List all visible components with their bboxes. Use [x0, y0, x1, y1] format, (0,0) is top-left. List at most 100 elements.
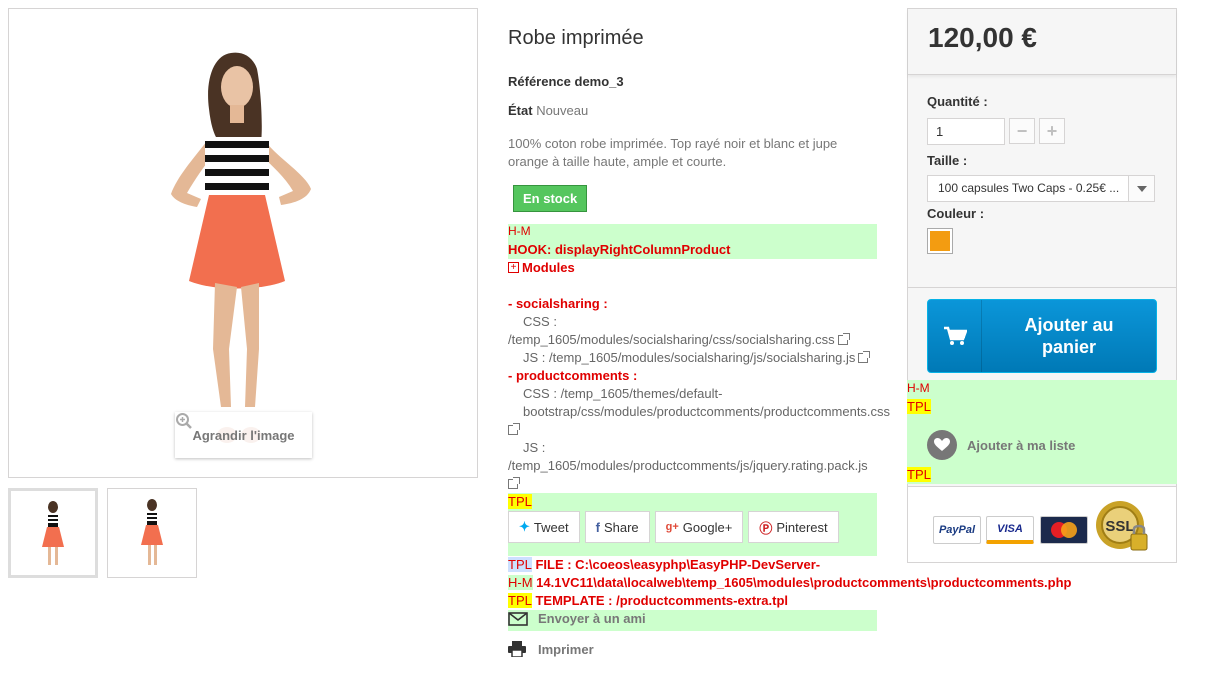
shopping-cart-icon — [943, 326, 967, 345]
external-link-icon[interactable] — [508, 423, 520, 435]
reference-label: Référence — [508, 74, 571, 89]
product-description: 100% coton robe imprimée. Top rayé noir … — [508, 136, 838, 169]
add-to-wishlist-link[interactable]: Ajouter à ma liste — [927, 430, 1075, 460]
facebook-icon: f — [595, 519, 600, 535]
zoom-image-button[interactable]: Agrandir l'image — [175, 412, 312, 458]
condition-value: Nouveau — [536, 103, 589, 118]
add-to-cart-line1: Ajouter au — [1024, 315, 1114, 335]
modules-label: Modules — [522, 260, 575, 275]
hook-hm-tag: H-M — [508, 224, 531, 238]
chevron-down-icon — [1128, 176, 1154, 201]
file-path-part2: 14.1VC11\data\localweb\temp_1605\modules… — [536, 575, 1072, 590]
pinterest-icon: Ⓟ — [759, 520, 773, 536]
module-productcomments-js: /temp_1605/modules/productcomments/js/jq… — [508, 458, 868, 473]
module-socialsharing-js-row: JS : /temp_1605/modules/socialsharing/js… — [508, 349, 888, 367]
product-reference: Référence demo_3 — [508, 74, 624, 89]
thumbnail-photo — [141, 499, 163, 565]
zoom-in-icon — [176, 413, 192, 429]
external-link-icon[interactable] — [858, 351, 871, 363]
add-to-cart-line2: panier — [1041, 337, 1097, 357]
module-productcomments-js-link — [508, 475, 888, 493]
paypal-logo: PayPal — [933, 516, 981, 544]
tpl-tag: TPL — [508, 557, 532, 572]
quantity-minus-button[interactable]: − — [1009, 118, 1035, 144]
thumbnail-2[interactable] — [107, 488, 197, 578]
modules-list: - socialsharing : CSS : /temp_1605/modul… — [508, 295, 891, 493]
module-socialsharing-css-row: /temp_1605/modules/socialsharing/css/soc… — [508, 331, 888, 349]
stock-badge: En stock — [513, 185, 588, 212]
facebook-share-button[interactable]: f Share — [584, 511, 650, 543]
tweet-button[interactable]: ✦ Tweet — [508, 511, 580, 543]
quantity-input[interactable]: 1 — [927, 118, 1005, 145]
googleplus-button[interactable]: g+ Google+ — [654, 511, 744, 543]
template-line: TPL TEMPLATE : /productcomments-extra.tp… — [508, 593, 788, 608]
envelope-icon — [508, 611, 528, 626]
ssl-seal-logo: SSL — [1095, 500, 1151, 556]
module-productcomments-js-label: JS : — [523, 440, 546, 455]
hook-name: HOOK: displayRightColumnProduct — [508, 242, 731, 257]
quantity-plus-button[interactable]: + — [1039, 118, 1065, 144]
external-link-icon[interactable] — [837, 333, 850, 345]
thumbnail-photo — [42, 501, 64, 565]
size-select[interactable]: 100 capsules Two Caps - 0.25€ ... — [927, 175, 1155, 202]
hm-tag: H-M — [508, 575, 533, 590]
module-socialsharing-js-label: JS : — [523, 350, 546, 365]
send-to-friend-link[interactable]: Envoyer à un ami — [508, 611, 646, 626]
plus-icon: + — [508, 262, 519, 273]
reference-value: demo_3 — [574, 74, 624, 89]
mastercard-logo — [1040, 516, 1088, 544]
visa-logo: VISA — [986, 516, 1034, 544]
mastercard-circles — [1051, 522, 1077, 538]
module-socialsharing-css-label: CSS : — [523, 314, 557, 329]
size-label: Taille : — [927, 153, 968, 168]
module-socialsharing-name: - socialsharing : — [508, 296, 608, 311]
ssl-seal-icon: SSL — [1096, 501, 1148, 551]
googleplus-label: Google+ — [682, 519, 733, 535]
product-title: Robe imprimée — [508, 27, 644, 49]
tpl-tag: TPL — [907, 399, 931, 414]
print-label: Imprimer — [538, 641, 594, 657]
hm-tag: H-M — [907, 381, 930, 395]
external-link-icon[interactable] — [508, 477, 520, 489]
color-swatch-orange[interactable] — [927, 228, 953, 254]
svg-text:SSL: SSL — [1105, 518, 1134, 535]
condition-label: État — [508, 103, 533, 118]
zoom-label: Agrandir l'image — [192, 427, 295, 443]
template-path: TEMPLATE : /productcomments-extra.tpl — [535, 593, 789, 608]
module-productcomments-name: - productcomments : — [508, 368, 638, 383]
add-to-cart-button[interactable]: Ajouter au panier — [927, 299, 1157, 373]
modules-toggle[interactable]: + Modules — [508, 260, 575, 275]
module-socialsharing-css: /temp_1605/modules/socialsharing/css/soc… — [508, 332, 835, 347]
file-path-part1: FILE : C:\coeos\easyphp\EasyPHP-DevServe… — [535, 557, 821, 572]
cart-icon-wrap — [928, 300, 982, 372]
module-socialsharing-js: /temp_1605/modules/socialsharing/js/soci… — [549, 350, 856, 365]
share-label: Share — [603, 519, 639, 535]
add-to-cart-label: Ajouter au panier — [982, 314, 1156, 358]
size-select-value: 100 capsules Two Caps - 0.25€ ... — [938, 181, 1120, 195]
file-line-1: TPL FILE : C:\coeos\easyphp\EasyPHP-DevS… — [508, 557, 820, 572]
module-productcomments-css-label: CSS : — [523, 386, 557, 401]
thumbnail-1[interactable] — [8, 488, 98, 578]
share-buttons: ✦ Tweet f Share g+ Google+ Ⓟ Pinterest — [508, 511, 839, 543]
product-main-image[interactable]: Agrandir l'image — [8, 8, 478, 478]
module-productcomments-css-row: CSS : /temp_1605/themes/default-bootstra… — [508, 385, 891, 421]
product-condition: État Nouveau — [508, 103, 588, 118]
googleplus-icon: g+ — [665, 521, 679, 533]
file-line-2: H-M 14.1VC11\data\localweb\temp_1605\mod… — [508, 575, 1071, 590]
print-link[interactable]: Imprimer — [508, 641, 594, 657]
tpl-tag: TPL — [508, 494, 532, 509]
heart-icon — [927, 430, 957, 460]
product-photo — [171, 52, 311, 443]
tpl-tag: TPL — [508, 593, 532, 608]
printer-icon — [508, 641, 526, 657]
color-label: Couleur : — [927, 206, 985, 221]
module-productcomments-css: /temp_1605/themes/default-bootstrap/css/… — [523, 386, 891, 419]
send-to-friend-label: Envoyer à un ami — [538, 611, 646, 626]
twitter-icon: ✦ — [519, 519, 530, 534]
pinterest-button[interactable]: Ⓟ Pinterest — [748, 511, 839, 543]
wishlist-label: Ajouter à ma liste — [967, 437, 1076, 453]
product-price: 120,00 € — [928, 22, 1037, 53]
quantity-label: Quantité : — [927, 94, 988, 109]
tpl-tag: TPL — [907, 467, 931, 482]
tweet-label: Tweet — [533, 519, 569, 535]
